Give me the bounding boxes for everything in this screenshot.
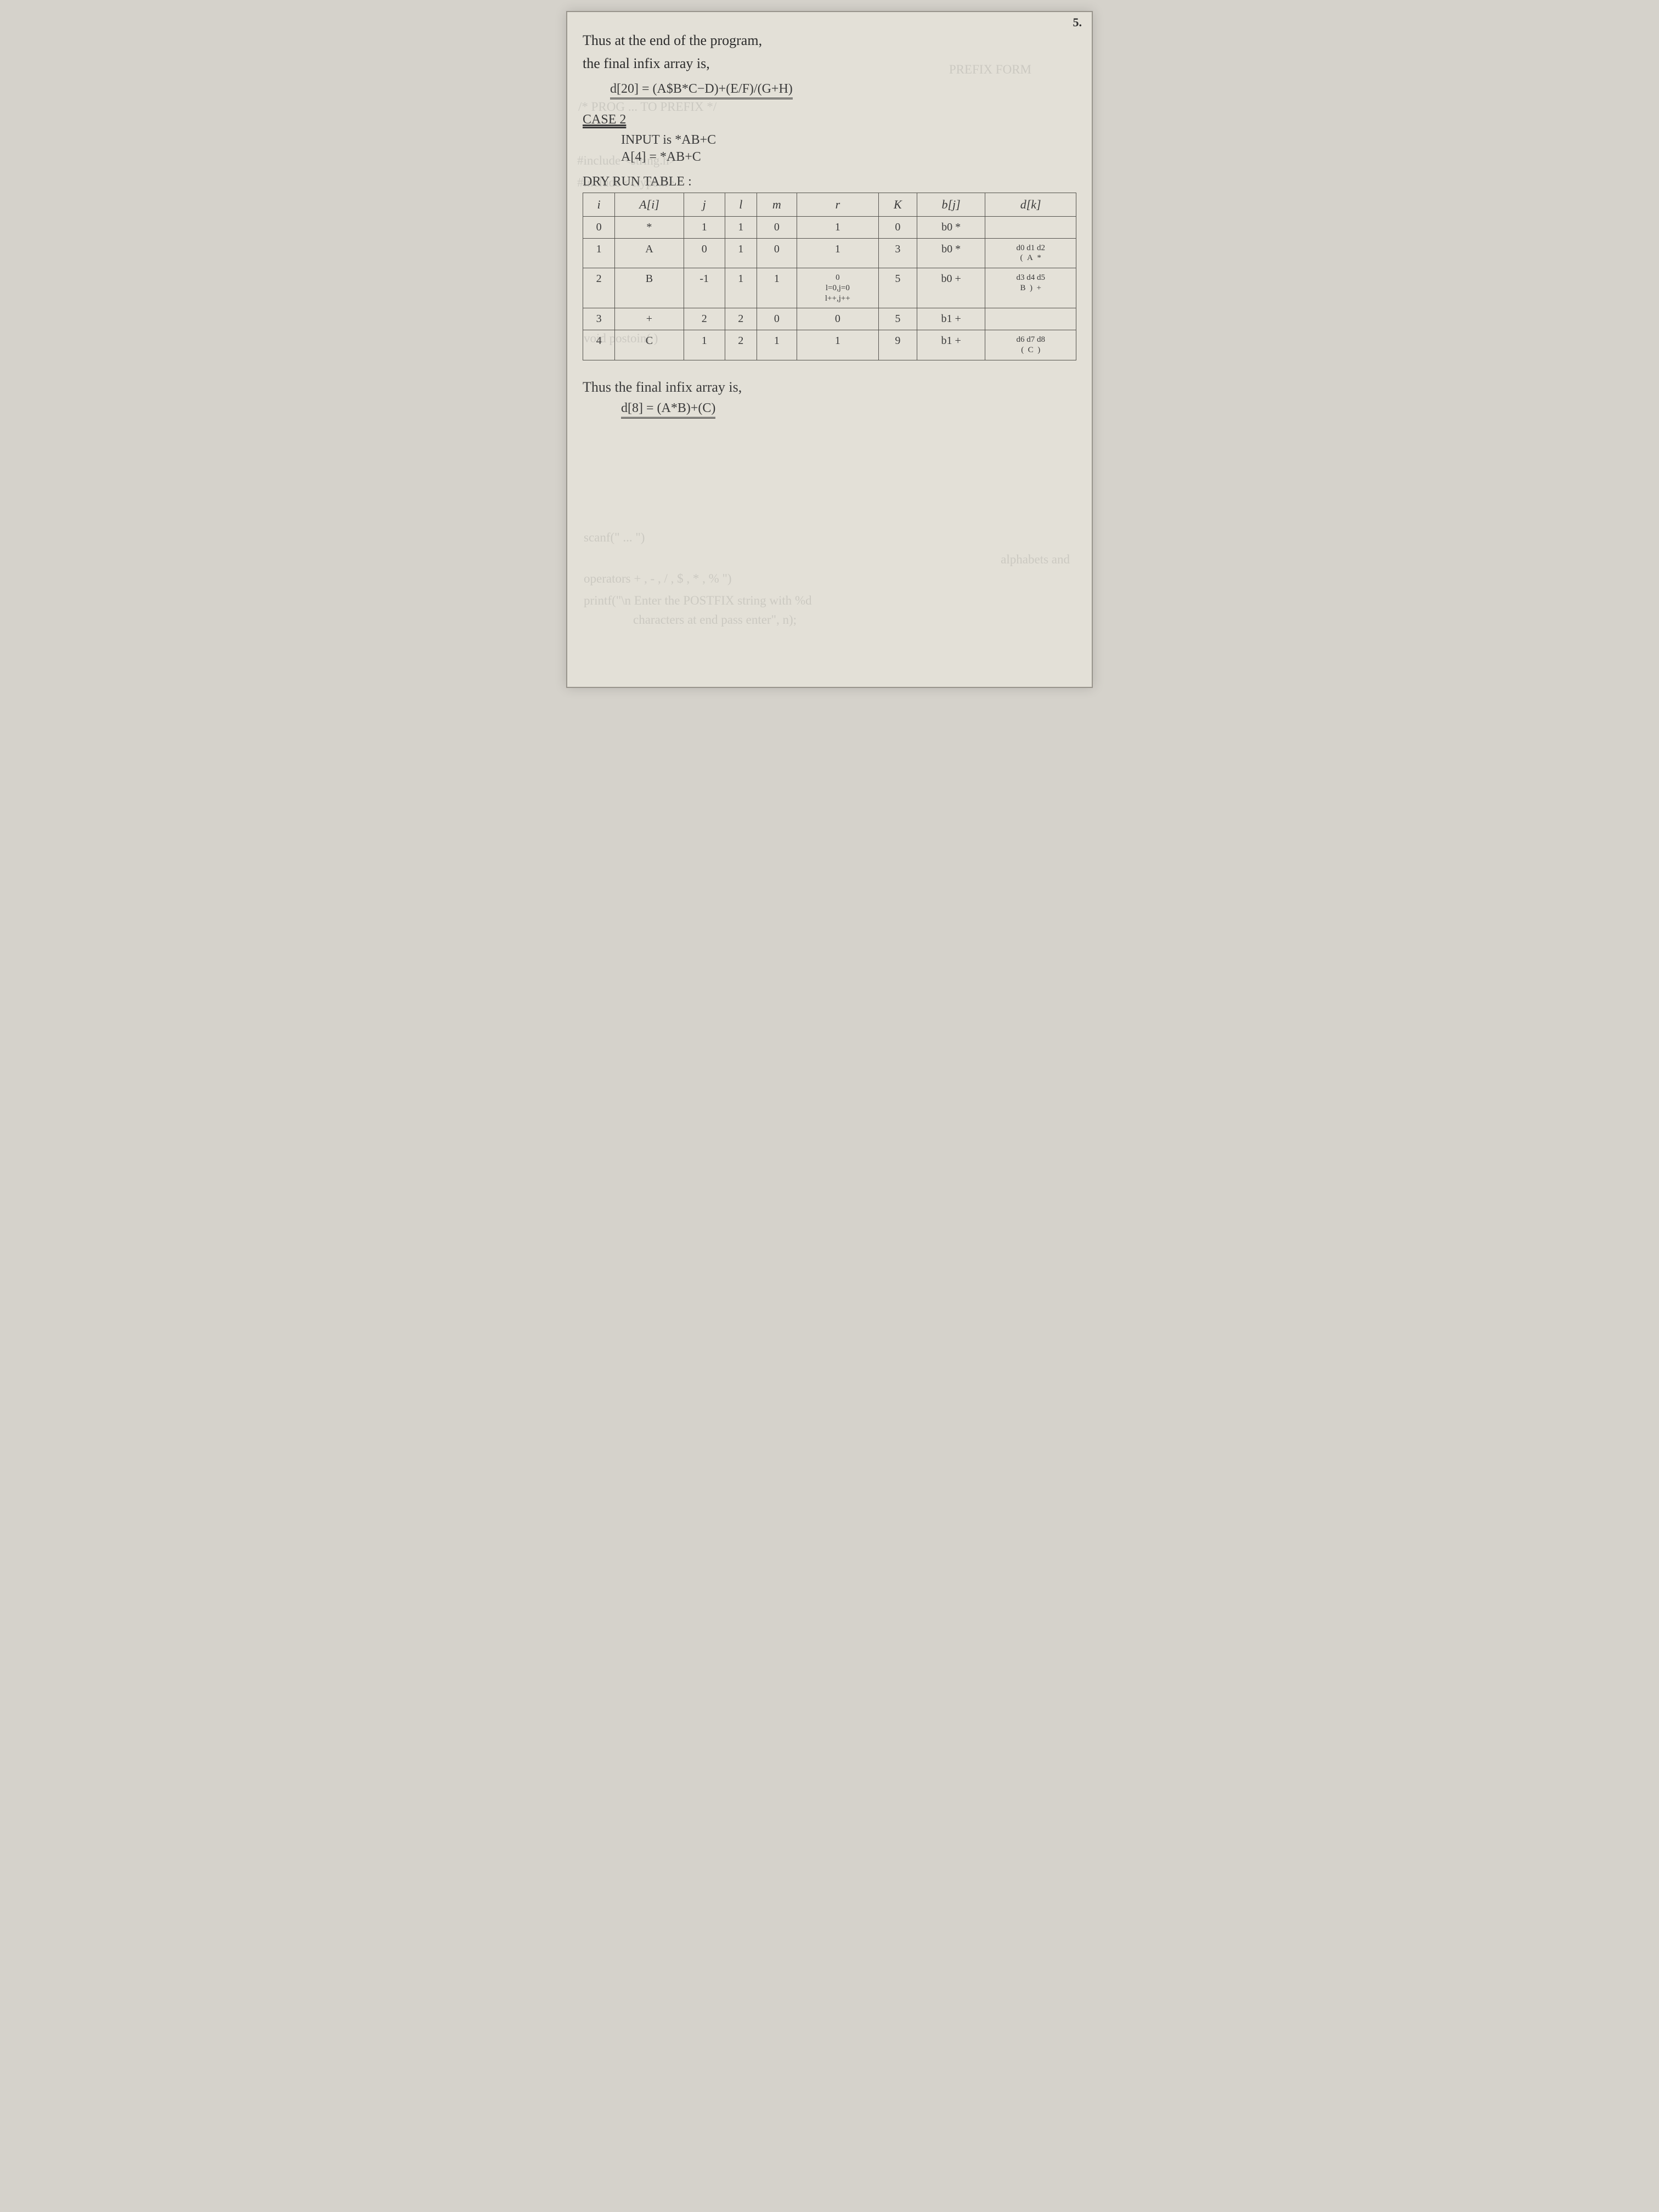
table-cell: 1 — [684, 330, 725, 360]
table-cell: 0l=0,j=0l++,j++ — [797, 268, 878, 308]
col-j: j — [684, 193, 725, 216]
table-cell: d6 d7 d8( C ) — [985, 330, 1076, 360]
case-2-input: INPUT is *AB+C — [621, 133, 1076, 148]
col-ai: A[i] — [615, 193, 684, 216]
table-cell: 1 — [757, 268, 797, 308]
table-cell: 4 — [583, 330, 615, 360]
ghost-text: operators + , - , / , $ , * , % ") — [584, 572, 732, 586]
intro-line-1: Thus at the end of the program, — [583, 30, 1076, 52]
table-row: 1A01013b0 *d0 d1 d2( A * — [583, 238, 1076, 268]
table-cell: B — [615, 268, 684, 308]
result-formula-case1: d[20] = (A$B*C−D)+(E/F)/(G+H) — [610, 82, 793, 99]
dry-run-title: DRY RUN TABLE : — [583, 174, 1076, 189]
table-cell: 5 — [878, 268, 917, 308]
col-m: m — [757, 193, 797, 216]
intro-line-2: the final infix array is, — [583, 53, 1076, 75]
table-cell — [985, 308, 1076, 330]
col-k: K — [878, 193, 917, 216]
col-r: r — [797, 193, 878, 216]
table-cell: 1 — [684, 216, 725, 238]
case-2-header: CASE 2 — [583, 112, 1076, 127]
table-cell: 2 — [684, 308, 725, 330]
col-l: l — [725, 193, 757, 216]
table-cell: * — [615, 216, 684, 238]
table-cell: 3 — [878, 238, 917, 268]
col-bj: b[j] — [917, 193, 985, 216]
table-row: 4C12119b1 +d6 d7 d8( C ) — [583, 330, 1076, 360]
table-cell — [985, 216, 1076, 238]
table-cell: 1 — [725, 238, 757, 268]
table-cell: 2 — [583, 268, 615, 308]
table-cell: 9 — [878, 330, 917, 360]
table-cell: 0 — [757, 238, 797, 268]
table-cell: b1 + — [917, 330, 985, 360]
table-cell: 2 — [725, 330, 757, 360]
page-number: 5. — [1073, 15, 1082, 30]
table-cell: 1 — [797, 238, 878, 268]
table-cell: b0 * — [917, 216, 985, 238]
notebook-page: 5. PREFIX FORM /* PROG ... TO PREFIX */ … — [566, 11, 1093, 688]
case-2-array: A[4] = *AB+C — [621, 150, 1076, 165]
table-cell: A — [615, 238, 684, 268]
conclusion-line: Thus the final infix array is, — [583, 379, 1076, 396]
result-formula-case2: d[8] = (A*B)+(C) — [621, 401, 715, 419]
table-cell: 0 — [684, 238, 725, 268]
table-cell: 1 — [797, 330, 878, 360]
table-cell: 3 — [583, 308, 615, 330]
table-row: 2B-1110l=0,j=0l++,j++5b0 +d3 d4 d5B ) + — [583, 268, 1076, 308]
col-dk: d[k] — [985, 193, 1076, 216]
table-cell: 2 — [725, 308, 757, 330]
ghost-text: alphabets and — [1001, 552, 1070, 567]
ghost-text: characters at end pass enter", n); — [633, 613, 797, 627]
table-cell: 0 — [583, 216, 615, 238]
table-cell: 1 — [583, 238, 615, 268]
col-i: i — [583, 193, 615, 216]
table-cell: + — [615, 308, 684, 330]
ghost-text: scanf(" ... ") — [584, 531, 645, 545]
table-cell: 0 — [757, 216, 797, 238]
table-cell: d3 d4 d5B ) + — [985, 268, 1076, 308]
table-cell: 1 — [725, 216, 757, 238]
table-header-row: i A[i] j l m r K b[j] d[k] — [583, 193, 1076, 216]
table-cell: 1 — [797, 216, 878, 238]
table-cell: 0 — [757, 308, 797, 330]
table-row: 3+22005b1 + — [583, 308, 1076, 330]
table-cell: 1 — [725, 268, 757, 308]
table-cell: 5 — [878, 308, 917, 330]
table-cell: 1 — [757, 330, 797, 360]
table-cell: 0 — [878, 216, 917, 238]
table-cell: -1 — [684, 268, 725, 308]
table-cell: d0 d1 d2( A * — [985, 238, 1076, 268]
table-row: 0*11010b0 * — [583, 216, 1076, 238]
table-cell: C — [615, 330, 684, 360]
table-cell: 0 — [797, 308, 878, 330]
ghost-text: printf("\n Enter the POSTFIX string with… — [584, 594, 812, 608]
dry-run-table: i A[i] j l m r K b[j] d[k] 0*11010b0 *1A… — [583, 193, 1076, 360]
table-cell: b1 + — [917, 308, 985, 330]
table-cell: b0 + — [917, 268, 985, 308]
table-cell: b0 * — [917, 238, 985, 268]
